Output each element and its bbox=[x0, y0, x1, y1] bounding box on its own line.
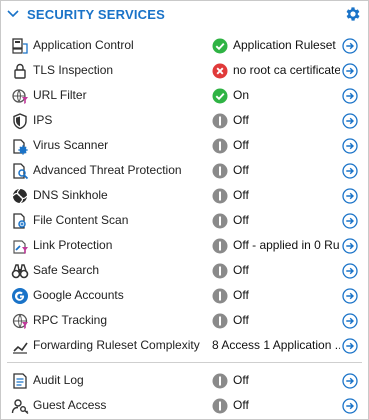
arrow-right-circle-icon[interactable] bbox=[342, 238, 358, 254]
power-off-icon bbox=[212, 373, 228, 389]
arrow-right-circle-icon[interactable] bbox=[342, 398, 358, 414]
power-off-icon bbox=[212, 113, 228, 129]
power-off-icon bbox=[212, 398, 228, 414]
power-off-icon bbox=[212, 238, 228, 254]
service-label: RPC Tracking bbox=[33, 313, 108, 327]
service-row-guest-access[interactable]: Guest Access Off bbox=[1, 393, 368, 418]
power-off-icon bbox=[212, 163, 228, 179]
service-row-ips[interactable]: IPS Off bbox=[1, 108, 368, 133]
service-label: Forwarding Ruleset Complexity bbox=[33, 338, 200, 352]
arrow-right-circle-icon[interactable] bbox=[342, 88, 358, 104]
file-scan-icon bbox=[13, 213, 26, 229]
arrow-right-circle-icon[interactable] bbox=[342, 263, 358, 279]
power-off-icon bbox=[212, 263, 228, 279]
service-label: Virus Scanner bbox=[33, 138, 109, 152]
service-label: Link Protection bbox=[33, 238, 113, 252]
shield-icon bbox=[13, 113, 27, 130]
arrow-right-circle-icon[interactable] bbox=[342, 188, 358, 204]
service-row-url-filter[interactable]: URL Filter On bbox=[1, 83, 368, 108]
rpc-icon bbox=[12, 313, 28, 329]
document-search-icon bbox=[13, 163, 29, 180]
arrow-right-circle-icon[interactable] bbox=[342, 113, 358, 129]
sinkhole-icon bbox=[12, 188, 28, 204]
arrow-right-circle-icon[interactable] bbox=[342, 213, 358, 229]
service-label: Application Control bbox=[33, 38, 134, 52]
service-status: Off bbox=[233, 263, 249, 277]
service-label: DNS Sinkhole bbox=[33, 188, 108, 202]
google-icon bbox=[12, 288, 28, 304]
arrow-right-circle-icon[interactable] bbox=[342, 373, 358, 389]
service-status: Off bbox=[233, 113, 249, 127]
gear-icon[interactable] bbox=[344, 5, 362, 23]
service-row-audit-log[interactable]: Audit Log Off bbox=[1, 368, 368, 393]
check-circle-icon bbox=[212, 38, 228, 54]
service-label: Safe Search bbox=[33, 263, 100, 277]
arrow-right-circle-icon[interactable] bbox=[342, 63, 358, 79]
service-row-tls-inspection[interactable]: TLS Inspection no root ca certificate... bbox=[1, 58, 368, 83]
service-status: On bbox=[233, 88, 250, 102]
service-label: Guest Access bbox=[33, 398, 107, 412]
service-status: Off bbox=[233, 288, 249, 302]
security-services-panel: SECURITY SERVICES Application Control App… bbox=[0, 0, 369, 420]
service-row-forwarding-ruleset-complexity[interactable]: Forwarding Ruleset Complexity 8 Access 1 … bbox=[1, 333, 368, 358]
service-row-link-protection[interactable]: Link Protection Off - applied in 0 Rul... bbox=[1, 233, 368, 258]
service-label: IPS bbox=[33, 113, 53, 127]
service-status: Application Ruleset bbox=[233, 38, 336, 52]
ruleset-icon bbox=[13, 342, 28, 354]
binoculars-icon bbox=[11, 264, 29, 279]
arrow-right-circle-icon[interactable] bbox=[342, 38, 358, 54]
lock-icon bbox=[14, 63, 26, 79]
guest-access-icon bbox=[11, 399, 29, 415]
service-status: Off bbox=[233, 398, 249, 412]
service-status: Off bbox=[233, 313, 249, 327]
service-label: TLS Inspection bbox=[33, 63, 114, 77]
link-protection-icon bbox=[13, 240, 28, 254]
globe-filter-icon bbox=[12, 89, 28, 104]
application-control-icon bbox=[12, 38, 28, 54]
panel-title: SECURITY SERVICES bbox=[27, 7, 166, 22]
power-off-icon bbox=[212, 213, 228, 229]
service-status: Off bbox=[233, 213, 249, 227]
panel-header: SECURITY SERVICES bbox=[1, 1, 368, 29]
error-circle-icon bbox=[212, 63, 228, 79]
service-row-application-control[interactable]: Application Control Application Ruleset bbox=[1, 33, 368, 58]
service-status: no root ca certificate... bbox=[233, 63, 340, 77]
power-off-icon bbox=[212, 138, 228, 154]
service-status: Off - applied in 0 Rul... bbox=[233, 238, 340, 252]
service-row-dns-sinkhole[interactable]: DNS Sinkhole Off bbox=[1, 183, 368, 208]
check-circle-icon bbox=[212, 88, 228, 104]
service-row-google-accounts[interactable]: Google Accounts Off bbox=[1, 283, 368, 308]
service-status: Off bbox=[233, 188, 249, 202]
service-status: Off bbox=[233, 163, 249, 177]
chevron-down-icon[interactable] bbox=[6, 7, 20, 21]
arrow-right-circle-icon[interactable] bbox=[342, 288, 358, 304]
power-off-icon bbox=[212, 188, 228, 204]
service-label: File Content Scan bbox=[33, 213, 129, 227]
arrow-right-circle-icon[interactable] bbox=[342, 338, 358, 354]
service-status: Off bbox=[233, 138, 249, 152]
service-label: Advanced Threat Protection bbox=[33, 163, 182, 177]
service-label: Audit Log bbox=[33, 373, 84, 387]
service-row-advanced-threat-protection[interactable]: Advanced Threat Protection Off bbox=[1, 158, 368, 183]
service-row-virus-scanner[interactable]: Virus Scanner Off bbox=[1, 133, 368, 158]
service-row-safe-search[interactable]: Safe Search Off bbox=[1, 258, 368, 283]
audit-log-icon bbox=[13, 373, 27, 389]
service-status: 8 Access 1 Application ... bbox=[212, 338, 340, 352]
virus-scanner-icon bbox=[13, 139, 28, 155]
power-off-icon bbox=[212, 288, 228, 304]
service-label: URL Filter bbox=[33, 88, 87, 102]
arrow-right-circle-icon[interactable] bbox=[342, 163, 358, 179]
service-row-file-content-scan[interactable]: File Content Scan Off bbox=[1, 208, 368, 233]
service-row-rpc-tracking[interactable]: RPC Tracking Off bbox=[1, 308, 368, 333]
section-divider bbox=[7, 362, 362, 363]
power-off-icon bbox=[212, 313, 228, 329]
arrow-right-circle-icon[interactable] bbox=[342, 313, 358, 329]
arrow-right-circle-icon[interactable] bbox=[342, 138, 358, 154]
service-status: Off bbox=[233, 373, 249, 387]
service-label: Google Accounts bbox=[33, 288, 124, 302]
